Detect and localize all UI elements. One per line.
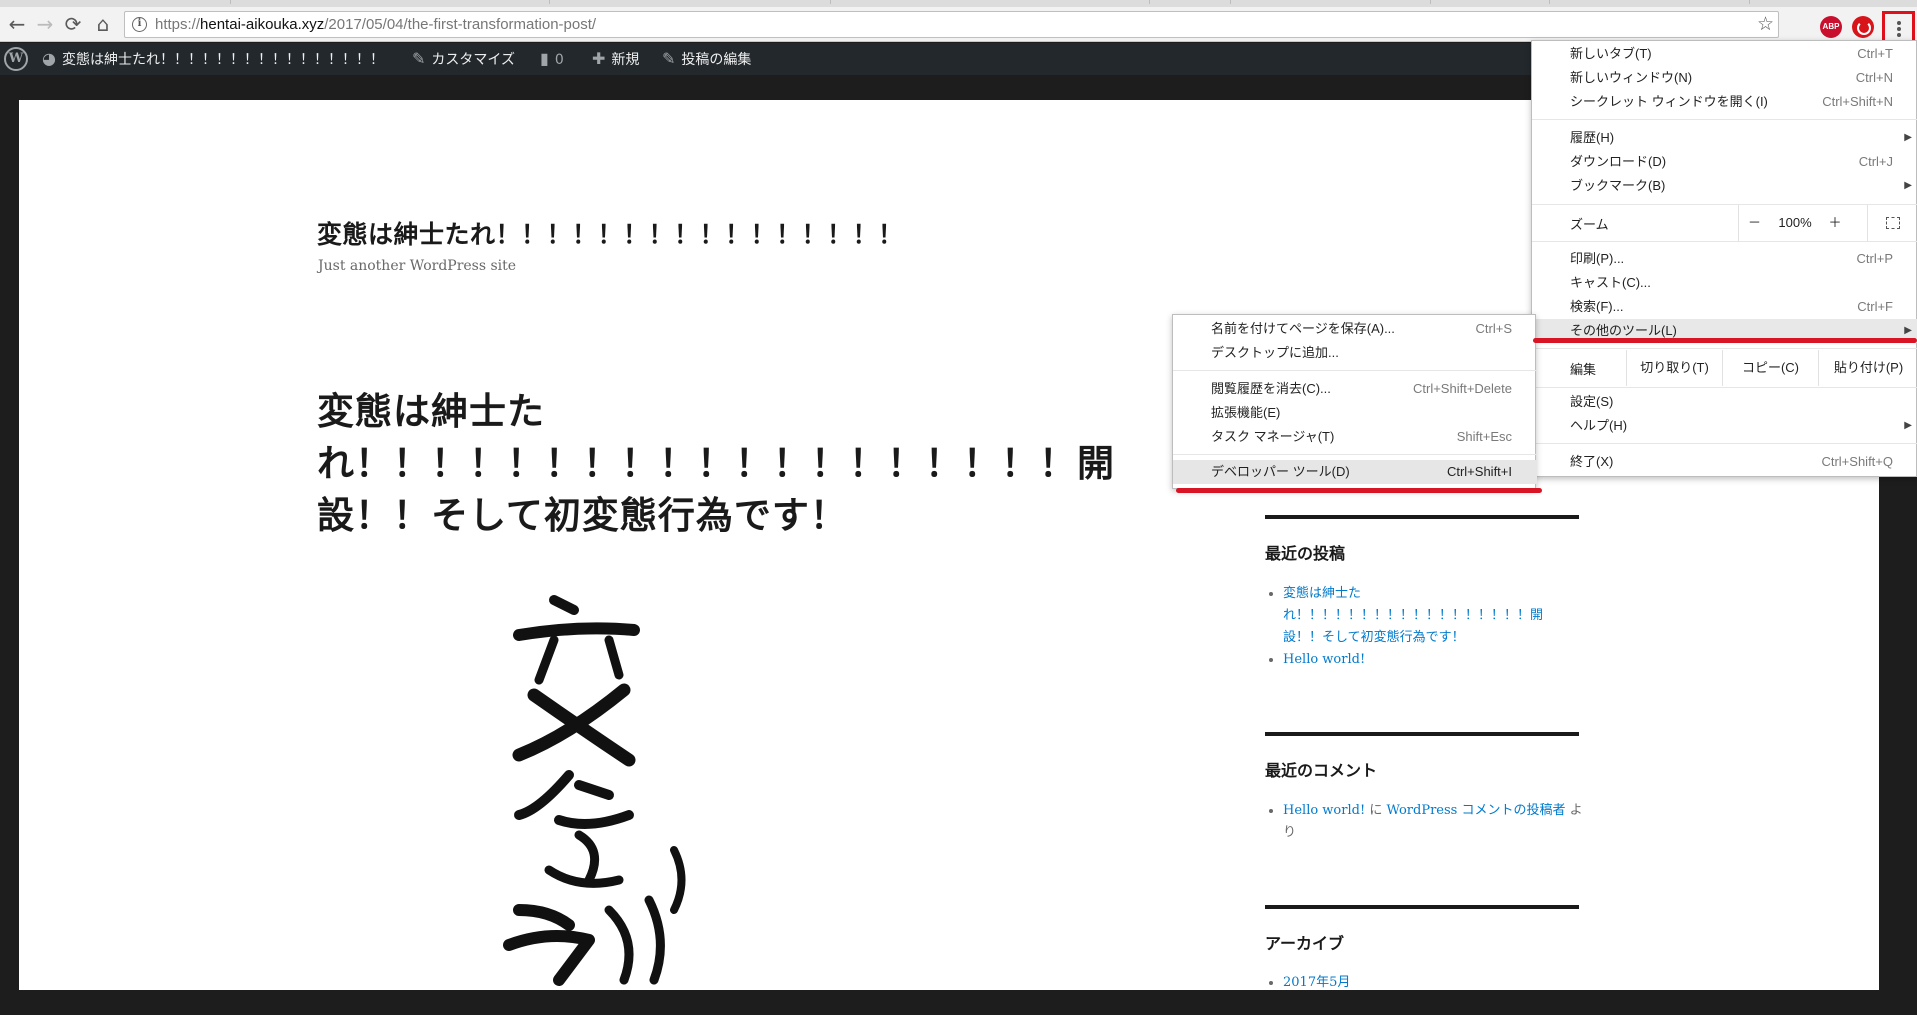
archive-title: アーカイブ	[1265, 934, 1345, 953]
submenu-item-clear-data[interactable]: 閲覧履歴を消去(C)... Ctrl+Shift+Delete	[1173, 377, 1537, 401]
submenu-arrow-icon: ▶	[1904, 132, 1912, 143]
menu-separator	[1532, 387, 1917, 388]
menu-item-find[interactable]: 検索(F)... Ctrl+F	[1532, 295, 1917, 319]
calligraphy-image	[503, 595, 686, 986]
submenu-item-save-page[interactable]: 名前を付けてページを保存(A)... Ctrl+S	[1173, 317, 1537, 341]
menu-item-history[interactable]: 履歴(H) ▶	[1532, 126, 1917, 150]
admin-new[interactable]: ✚ 新規	[592, 43, 639, 75]
browser-toolbar: ← → ⟳ ⌂ i https://hentai-aikouka.xyz/201…	[0, 7, 1917, 46]
extension-icon[interactable]	[1852, 16, 1874, 38]
zoom-level: 100%	[1778, 215, 1812, 230]
cut-button[interactable]: 切り取り(T)	[1626, 350, 1722, 386]
menu-item-cast[interactable]: キャスト(C)...	[1532, 271, 1917, 295]
info-icon[interactable]: i	[132, 17, 147, 32]
home-icon[interactable]: ⌂	[90, 11, 116, 37]
menu-separator	[1532, 443, 1917, 444]
menu-item-new-tab[interactable]: 新しいタブ(T) Ctrl+T	[1532, 42, 1917, 66]
menu-item-print[interactable]: 印刷(P)... Ctrl+P	[1532, 247, 1917, 271]
submenu-item-extensions[interactable]: 拡張機能(E)	[1173, 401, 1537, 425]
recent-post-link[interactable]: Hello world!	[1283, 652, 1365, 667]
submenu-arrow-icon: ▶	[1904, 180, 1912, 191]
tab[interactable]	[1430, 0, 1750, 4]
address-bar[interactable]: i https://hentai-aikouka.xyz/2017/05/04/…	[124, 11, 1779, 38]
admin-edit-post[interactable]: ✎ 投稿の編集	[662, 43, 751, 75]
menu-separator	[1532, 241, 1917, 242]
menu-item-bookmarks[interactable]: ブックマーク(B) ▶	[1532, 174, 1917, 198]
menu-separator	[1173, 454, 1537, 455]
list-item: 変態は紳士たれ！！！！！！！！！！！！！！！！！！開設！！そして初変態行為です！	[1283, 583, 1573, 649]
menu-item-settings[interactable]: 設定(S)	[1532, 390, 1917, 414]
widget-divider	[1265, 515, 1579, 519]
menu-item-exit[interactable]: 終了(X) Ctrl+Shift+Q	[1532, 450, 1917, 474]
archive-list: 2017年5月	[1283, 972, 1573, 990]
menu-zoom-row: ズーム － 100% ＋	[1532, 205, 1917, 241]
menu-separator	[1532, 348, 1917, 349]
menu-item-new-window[interactable]: 新しいウィンドウ(N) Ctrl+N	[1532, 66, 1917, 90]
comment-post-link[interactable]: Hello world!	[1283, 803, 1365, 818]
site-title[interactable]: 変態は紳士たれ！！！！！！！！！！！！！！！！	[317, 215, 904, 251]
admin-comments[interactable]: ▮ 0	[540, 43, 564, 75]
reload-icon[interactable]: ⟳	[60, 11, 86, 37]
list-item: Hello world! に WordPress コメントの投稿者 より	[1283, 800, 1583, 844]
adblock-icon[interactable]: ABP	[1820, 16, 1842, 38]
dashboard-icon: ◕	[42, 49, 56, 68]
menu-separator	[1173, 370, 1537, 371]
back-icon[interactable]: ←	[4, 11, 30, 37]
zoom-in-button[interactable]: ＋	[1820, 205, 1850, 241]
menu-item-help[interactable]: ヘルプ(H) ▶	[1532, 414, 1917, 438]
tab[interactable]	[230, 0, 550, 4]
tab[interactable]	[830, 0, 1150, 4]
submenu-item-add-desktop[interactable]: デスクトップに追加...	[1173, 341, 1537, 365]
submenu-arrow-icon: ▶	[1904, 420, 1912, 431]
menu-item-downloads[interactable]: ダウンロード(D) Ctrl+J	[1532, 150, 1917, 174]
recent-posts-list: 変態は紳士たれ！！！！！！！！！！！！！！！！！！開設！！そして初変態行為です！…	[1283, 583, 1573, 671]
post-title: 変態は紳士たれ！！！！！！！！！！！！！！！！！！！開設！！そして初変態行為です…	[317, 390, 1115, 537]
more-tools-submenu: 名前を付けてページを保存(A)... Ctrl+S デスクトップに追加... 閲覧…	[1172, 314, 1537, 489]
list-item: Hello world!	[1283, 649, 1573, 671]
submenu-item-task-manager[interactable]: タスク マネージャ(T) Shift+Esc	[1173, 425, 1537, 449]
menu-separator	[1532, 119, 1917, 120]
url-text[interactable]: https://hentai-aikouka.xyz/2017/05/04/th…	[155, 16, 596, 33]
comment-author-link[interactable]: WordPress コメントの投稿者	[1386, 803, 1565, 818]
admin-site-name[interactable]: ◕ 変態は紳士たれ！！！！！！！！！！！！！！！！	[42, 43, 384, 75]
comment-icon: ▮	[540, 49, 549, 68]
kebab-menu-icon	[1896, 21, 1902, 39]
annotation-underline	[1533, 338, 1917, 343]
widget-divider	[1265, 905, 1579, 909]
recent-comments-title: 最近のコメント	[1265, 761, 1378, 780]
forward-icon[interactable]: →	[32, 11, 58, 37]
wordpress-logo-icon[interactable]: W	[4, 47, 28, 71]
annotation-underline	[1176, 488, 1542, 493]
site-description: Just another WordPress site	[318, 258, 517, 274]
bookmark-star-icon[interactable]: ☆	[1757, 13, 1774, 35]
tab-strip	[0, 0, 1917, 7]
submenu-item-devtools[interactable]: デベロッパー ツール(D) Ctrl+Shift+I	[1173, 460, 1537, 484]
paste-button[interactable]: 貼り付け(P)	[1818, 350, 1917, 386]
brush-icon: ✎	[412, 49, 426, 68]
menu-edit-row: 編集 切り取り(T) コピー(C) 貼り付け(P)	[1532, 350, 1917, 386]
copy-button[interactable]: コピー(C)	[1722, 350, 1818, 386]
recent-posts-title: 最近の投稿	[1265, 544, 1346, 563]
menu-item-incognito[interactable]: シークレット ウィンドウを開く(I) Ctrl+Shift+N	[1532, 90, 1917, 114]
recent-comments-list: Hello world! に WordPress コメントの投稿者 より	[1283, 800, 1583, 844]
archive-link[interactable]: 2017年5月	[1283, 975, 1350, 990]
list-item: 2017年5月	[1283, 972, 1573, 990]
browser-main-menu: 新しいタブ(T) Ctrl+T 新しいウィンドウ(N) Ctrl+N シークレット …	[1531, 40, 1917, 477]
recent-post-link[interactable]: 変態は紳士たれ！！！！！！！！！！！！！！！！！！開設！！そして初変態行為です！	[1283, 586, 1543, 645]
zoom-out-button[interactable]: －	[1738, 205, 1770, 241]
widget-divider	[1265, 732, 1579, 736]
admin-customize[interactable]: ✎ カスタマイズ	[412, 43, 515, 75]
pencil-icon: ✎	[662, 49, 676, 68]
plus-icon: ✚	[592, 49, 606, 68]
fullscreen-icon[interactable]	[1867, 205, 1917, 241]
